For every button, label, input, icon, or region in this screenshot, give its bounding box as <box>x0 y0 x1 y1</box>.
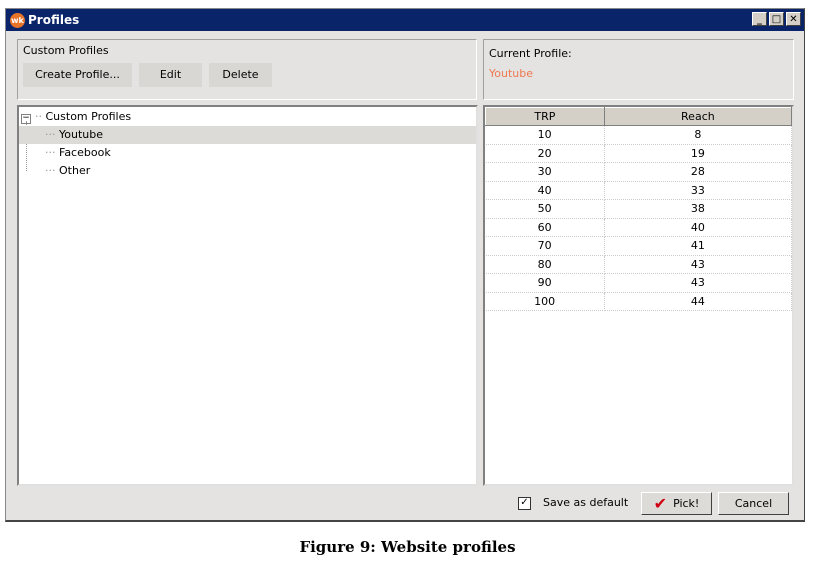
trp-cell: 10 <box>485 125 605 145</box>
column-header-reach[interactable]: Reach <box>603 107 793 126</box>
trp-cell: 100 <box>485 292 605 311</box>
current-profile-panel: Current Profile: Youtube <box>483 39 794 100</box>
app-logo-icon: wk <box>10 12 25 28</box>
table-row[interactable]: 10 8 <box>485 125 793 145</box>
trp-cell: 50 <box>485 199 605 219</box>
trp-cell: 70 <box>485 236 605 256</box>
reach-cell: 44 <box>604 292 793 311</box>
trp-cell: 90 <box>485 273 605 293</box>
delete-button[interactable]: Delete <box>209 63 272 87</box>
reach-cell: 43 <box>604 273 793 293</box>
trp-cell: 60 <box>485 218 605 237</box>
reach-cell: 38 <box>604 199 793 219</box>
reach-cell: 33 <box>604 181 793 200</box>
title-bar: wk Profiles _ □ ✕ <box>6 9 804 31</box>
custom-profiles-panel: Custom Profiles Create Profile... Edit D… <box>17 39 477 100</box>
minimize-button[interactable]: _ <box>752 12 767 26</box>
save-default-label: Save as default <box>543 496 629 509</box>
current-profile-value: Youtube <box>489 67 533 80</box>
checkmark-icon: ✔ <box>653 494 668 513</box>
create-profile-button[interactable]: Create Profile... <box>23 63 132 87</box>
table-row[interactable]: 50 38 <box>485 199 793 219</box>
reach-cell: 41 <box>604 236 793 256</box>
tree-root[interactable]: − ·· Custom Profiles <box>21 108 476 126</box>
table-row[interactable]: 90 43 <box>485 273 793 293</box>
tree-item-label: Other <box>59 164 91 177</box>
window-title: Profiles <box>28 13 80 27</box>
custom-profiles-label: Custom Profiles <box>23 44 109 57</box>
reach-cell: 28 <box>604 162 793 182</box>
table-row[interactable]: 100 44 <box>485 292 793 311</box>
table-row[interactable]: 60 40 <box>485 218 793 237</box>
table-row[interactable]: 80 43 <box>485 255 793 274</box>
profiles-window: wk Profiles _ □ ✕ Custom Profiles Create… <box>5 8 805 522</box>
tree-item-label: Facebook <box>59 146 111 159</box>
column-header-trp[interactable]: TRP <box>485 107 605 126</box>
table-row[interactable]: 70 41 <box>485 236 793 256</box>
tree-item-youtube[interactable]: ··· Youtube <box>19 126 476 144</box>
tree-item-label: Youtube <box>59 128 103 141</box>
trp-reach-table: TRP Reach 10 8 20 19 30 28 40 33 50 38 60 40 70 41 80 43… <box>483 105 794 486</box>
pick-button[interactable]: ✔ Pick! <box>641 492 712 515</box>
trp-cell: 30 <box>485 162 605 182</box>
table-row[interactable]: 20 19 <box>485 144 793 163</box>
reach-cell: 19 <box>604 144 793 163</box>
pick-label: Pick! <box>673 497 700 510</box>
close-button[interactable]: ✕ <box>786 12 801 26</box>
tree-item-facebook[interactable]: ··· Facebook <box>19 144 111 162</box>
table-row[interactable]: 30 28 <box>485 162 793 182</box>
reach-cell: 8 <box>604 125 793 145</box>
cancel-button[interactable]: Cancel <box>718 492 789 515</box>
reach-cell: 40 <box>604 218 793 237</box>
tree-root-label: Custom Profiles <box>45 110 132 123</box>
tree-item-other[interactable]: ··· Other <box>19 162 90 180</box>
table-row[interactable]: 40 33 <box>485 181 793 200</box>
reach-cell: 43 <box>604 255 793 274</box>
edit-button[interactable]: Edit <box>139 63 202 87</box>
maximize-button[interactable]: □ <box>769 12 784 26</box>
save-default-checkbox[interactable]: ✓ <box>518 497 531 510</box>
figure-caption: Figure 9: Website profiles <box>299 538 516 556</box>
trp-cell: 20 <box>485 144 605 163</box>
trp-cell: 40 <box>485 181 605 200</box>
current-profile-label: Current Profile: <box>489 47 572 60</box>
trp-cell: 80 <box>485 255 605 274</box>
profile-tree: − ·· Custom Profiles ··· Youtube ··· Face… <box>17 105 478 486</box>
